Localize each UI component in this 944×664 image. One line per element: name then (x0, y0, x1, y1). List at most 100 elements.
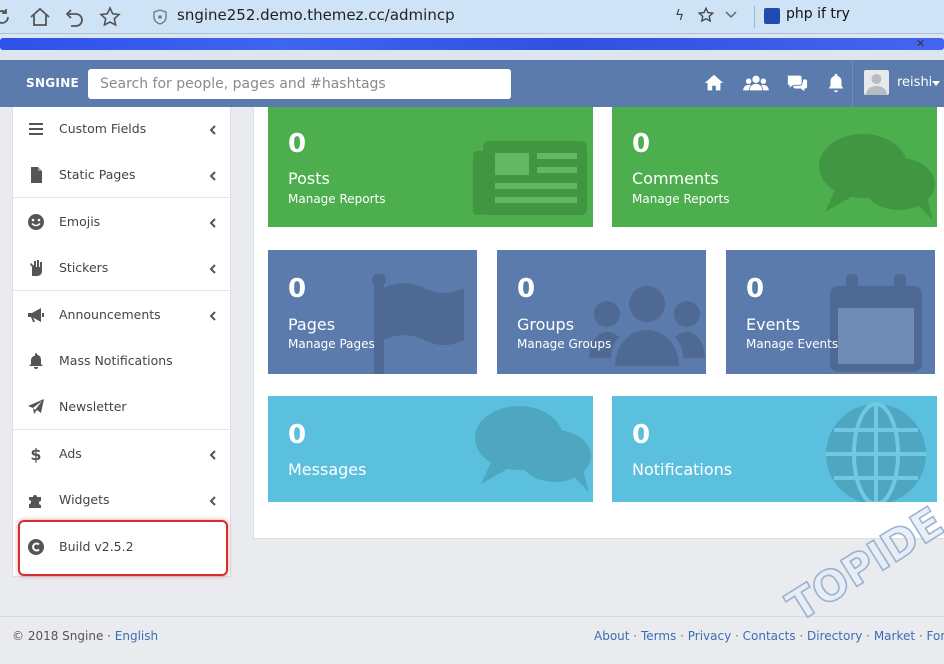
chevron-left-icon (209, 450, 216, 460)
baidu-paw-icon[interactable] (764, 8, 780, 24)
sidebar-item-static-pages[interactable]: Static Pages (13, 153, 232, 199)
groups-card[interactable]: 0 Groups Manage Groups (497, 250, 706, 374)
search-engine-label[interactable]: php if try (786, 6, 850, 22)
sidebar-item-custom-fields[interactable]: Custom Fields (13, 107, 232, 153)
chevron-down-icon[interactable] (724, 10, 738, 20)
chevron-left-icon (209, 311, 216, 321)
bullhorn-icon (28, 308, 44, 322)
calendar-icon (830, 274, 922, 372)
home-browser-icon[interactable] (28, 5, 52, 29)
comments-count: 0 (632, 129, 651, 159)
footer-link-privacy[interactable]: Privacy (688, 629, 731, 643)
comments-icon (475, 406, 591, 492)
sidebar-item-widgets[interactable]: Widgets (13, 478, 232, 524)
file-icon (31, 167, 42, 183)
sidebar-item-stickers[interactable]: Stickers (13, 246, 232, 292)
footer-link-about[interactable]: About (594, 629, 629, 643)
sidebar-item-label: Static Pages (59, 167, 136, 182)
footer-link-forum[interactable]: Forum (927, 629, 944, 643)
chevron-left-icon (209, 125, 216, 135)
favorite-star-icon[interactable] (697, 6, 715, 24)
footer-link-contacts[interactable]: Contacts (743, 629, 796, 643)
flag-icon (372, 274, 464, 374)
comments-icon (819, 134, 935, 220)
sidebar-item-label: Emojis (59, 214, 101, 229)
sidebar-item-label: Custom Fields (59, 121, 147, 136)
reload-icon[interactable] (0, 5, 14, 29)
footer-link-directory[interactable]: Directory (807, 629, 862, 643)
avatar[interactable] (864, 70, 889, 95)
notifications-card[interactable]: 0 Notifications (612, 396, 937, 502)
users-icon (589, 286, 705, 366)
search-input[interactable] (88, 69, 511, 99)
user-silhouette-icon (866, 74, 887, 95)
events-card[interactable]: 0 Events Manage Events (726, 250, 935, 374)
sidebar-item-ads[interactable]: $ Ads (13, 432, 232, 478)
sidebar-item-label: Ads (59, 446, 82, 461)
notifications-icon[interactable] (825, 72, 847, 94)
friends-icon[interactable] (743, 72, 769, 94)
pages-card[interactable]: 0 Pages Manage Pages (268, 250, 477, 374)
close-icon[interactable]: ✕ (916, 37, 925, 50)
user-name[interactable]: reishi (897, 75, 932, 90)
sidebar-item-label: Mass Notifications (59, 353, 173, 368)
pages-manage-link[interactable]: Manage Pages (288, 337, 375, 351)
browser-toolbar: sngine252.demo.themez.cc/admincp ϟ php i… (0, 0, 944, 34)
caret-down-icon[interactable] (932, 81, 940, 86)
sidebar-item-announcements[interactable]: Announcements (13, 293, 232, 339)
list-icon (29, 123, 43, 135)
sidebar-item-label: Announcements (59, 307, 161, 322)
bookmark-star-icon[interactable] (98, 5, 122, 29)
lightning-icon[interactable]: ϟ (675, 8, 684, 24)
groups-label: Groups (517, 315, 575, 334)
site-logo[interactable]: SNGINE (26, 76, 79, 90)
home-icon[interactable] (703, 72, 725, 94)
groups-manage-link[interactable]: Manage Groups (517, 337, 611, 351)
messages-label: Messages (288, 460, 367, 479)
events-count: 0 (746, 274, 765, 304)
shield-icon (153, 9, 167, 25)
footer-link-terms[interactable]: Terms (641, 629, 676, 643)
toolbar-divider (754, 6, 755, 28)
footer-link-market[interactable]: Market (874, 629, 915, 643)
sidebar-item-newsletter[interactable]: Newsletter (13, 385, 232, 431)
chevron-left-icon (209, 496, 216, 506)
posts-card[interactable]: 0 Posts Manage Reports (268, 107, 593, 227)
comments-manage-link[interactable]: Manage Reports (632, 192, 730, 206)
paper-plane-icon (28, 399, 44, 414)
puzzle-icon (29, 495, 41, 508)
messages-card[interactable]: 0 Messages (268, 396, 593, 502)
globe-icon (826, 402, 926, 502)
chevron-left-icon (209, 264, 216, 274)
footer: © 2018 Sngine · English About · Terms · … (0, 616, 944, 664)
hand-icon (30, 260, 42, 276)
sidebar-item-mass-notifications[interactable]: Mass Notifications (13, 339, 232, 385)
dashboard-panel: 0 Posts Manage Reports 0 Comments Manage… (253, 107, 944, 539)
events-manage-link[interactable]: Manage Events (746, 337, 838, 351)
smile-icon (28, 214, 44, 230)
comments-card[interactable]: 0 Comments Manage Reports (612, 107, 937, 227)
admin-sidebar: Custom Fields Static Pages Emojis Sticke… (12, 107, 232, 577)
newspaper-icon (473, 141, 587, 215)
redaction-scribble (0, 38, 944, 50)
top-navbar: SNGINE reishi (0, 60, 944, 107)
navbar-divider (852, 60, 853, 107)
copyright-label: © 2018 Sngine · (12, 629, 115, 643)
notifications-count: 0 (632, 420, 651, 450)
sidebar-item-label: Stickers (59, 260, 109, 275)
undo-icon[interactable] (63, 5, 87, 29)
sidebar-divider (13, 197, 232, 198)
language-link[interactable]: English (115, 629, 158, 643)
posts-manage-link[interactable]: Manage Reports (288, 192, 386, 206)
sidebar-item-label: Widgets (59, 492, 110, 507)
messages-icon[interactable] (786, 72, 808, 94)
sidebar-item-emojis[interactable]: Emojis (13, 200, 232, 246)
highlight-annotation (18, 520, 228, 576)
posts-count: 0 (288, 129, 307, 159)
comments-label: Comments (632, 169, 719, 188)
chevron-left-icon (209, 171, 216, 181)
messages-count: 0 (288, 420, 307, 450)
sidebar-divider (13, 290, 232, 291)
address-bar[interactable]: sngine252.demo.themez.cc/admincp (177, 6, 455, 24)
sidebar-divider (13, 429, 232, 430)
